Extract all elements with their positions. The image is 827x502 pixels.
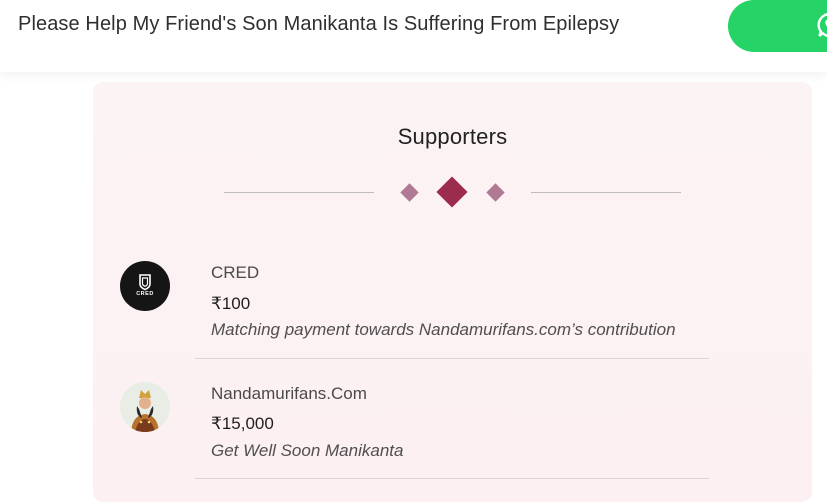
supporter-name: CRED	[211, 263, 260, 282]
whatsapp-icon	[817, 13, 827, 37]
supporters-heading: Supporters	[397, 124, 508, 149]
supporter-message: Matching payment towards Nandamurifans.c…	[211, 320, 676, 339]
row-separator	[195, 358, 709, 359]
page-title: Please Help My Friend's Son Manikanta Is…	[18, 13, 620, 35]
supporter-name: Nandamurifans.Com	[211, 384, 367, 403]
row-separator	[195, 478, 709, 479]
avatar: CRED	[120, 261, 170, 311]
cred-logo-icon	[139, 274, 151, 291]
supporter-amount: ₹15,000	[211, 414, 274, 433]
supporter-amount: ₹100	[211, 294, 251, 313]
profile-photo	[120, 382, 170, 432]
top-bar: Please Help My Friend's Son Manikanta Is…	[0, 0, 827, 72]
divider-line-left	[224, 192, 374, 193]
divider-line-right	[531, 192, 681, 193]
avatar	[120, 382, 170, 432]
supporter-message: Get Well Soon Manikanta	[211, 441, 404, 460]
avatar-label: CRED	[136, 291, 154, 297]
whatsapp-share-button[interactable]	[728, 0, 827, 52]
